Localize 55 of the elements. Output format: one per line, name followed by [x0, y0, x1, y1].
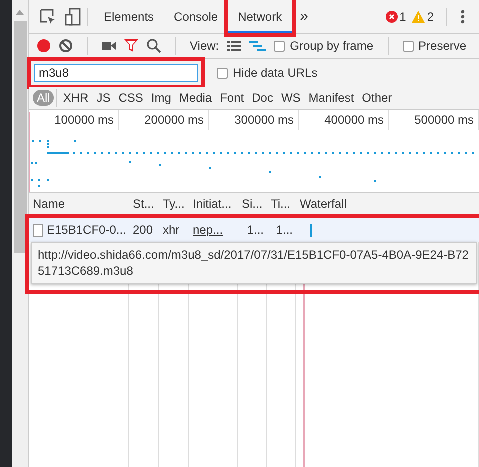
error-icon: [386, 10, 398, 22]
warning-icon: [412, 10, 426, 22]
type-filter-button[interactable]: Img: [147, 90, 176, 106]
type-filter-button[interactable]: JS: [92, 90, 115, 106]
checkbox-label: Preserve: [418, 39, 467, 53]
column-header[interactable]: Ti...: [267, 193, 296, 215]
type-filter-button[interactable]: Manifest: [304, 90, 358, 106]
record-icon[interactable]: [37, 39, 51, 53]
filter-field[interactable]: m3u8: [34, 64, 198, 82]
timeline-tick-label: 300000 ms: [209, 110, 299, 130]
document-icon: [33, 224, 43, 236]
column-header[interactable]: St...: [129, 193, 159, 215]
filter-icon[interactable]: [124, 39, 139, 53]
view-label: View:: [190, 39, 220, 53]
checkbox[interactable]: [217, 68, 228, 78]
waterfall-view-icon[interactable]: [249, 41, 266, 51]
checkbox-label: Group by frame: [290, 39, 374, 53]
type-filter-button[interactable]: CSS: [114, 90, 148, 106]
column-header[interactable]: Ty...: [159, 193, 189, 215]
tab[interactable]: Console: [164, 0, 228, 33]
url-tooltip: http://video.shida66.com/m3u8_sd/2017/07/31/E15B1CF0-07A5-4B0A-9E24-B7251713C689.m3u8: [31, 242, 477, 284]
table-cell-text: 200: [132, 223, 154, 237]
column-header[interactable]: Name: [29, 193, 129, 215]
clear-icon[interactable]: [59, 39, 73, 53]
table-cell: E15B1CF0-0...: [47, 223, 126, 237]
timeline-tick-label: 400000 ms: [299, 110, 389, 130]
error-count: 1: [400, 10, 406, 24]
table-cell-text: 1...: [275, 223, 294, 237]
checkbox[interactable]: [402, 40, 414, 52]
column-header[interactable]: Si...: [238, 193, 267, 215]
checkbox-label: Hide data URLs: [233, 66, 318, 80]
table-cell-text: 1...: [246, 223, 265, 237]
video-camera-icon[interactable]: [102, 41, 116, 51]
table-cell-text: xhr: [162, 223, 181, 237]
column-header[interactable]: Initiat...: [189, 193, 238, 215]
device-icon[interactable]: [65, 8, 81, 26]
timeline-tick-label: 200000 ms: [119, 110, 209, 130]
tab[interactable]: Elements: [94, 0, 164, 33]
type-filter-button[interactable]: Media: [175, 90, 216, 106]
column-header[interactable]: Waterfall: [296, 193, 479, 215]
type-filter-button[interactable]: Other: [358, 90, 396, 106]
timeline-tick-label: 500000 ms: [389, 110, 479, 130]
type-filter-button[interactable]: WS: [277, 90, 305, 106]
type-filter-button[interactable]: XHR: [59, 90, 93, 106]
more-menu-icon[interactable]: [461, 10, 465, 24]
search-icon[interactable]: [147, 39, 161, 53]
list-view-icon[interactable]: [227, 41, 242, 51]
initiator-link[interactable]: nep...: [193, 223, 224, 237]
type-filter-button[interactable]: Doc: [248, 90, 278, 106]
checkbox[interactable]: [274, 40, 286, 52]
inspect-icon[interactable]: [39, 8, 57, 26]
type-filter-button[interactable]: Font: [216, 90, 248, 106]
scrollbar-thumb[interactable]: [14, 21, 26, 253]
more-tabs-button[interactable]: »: [300, 8, 308, 25]
warning-count: 2: [427, 10, 434, 24]
